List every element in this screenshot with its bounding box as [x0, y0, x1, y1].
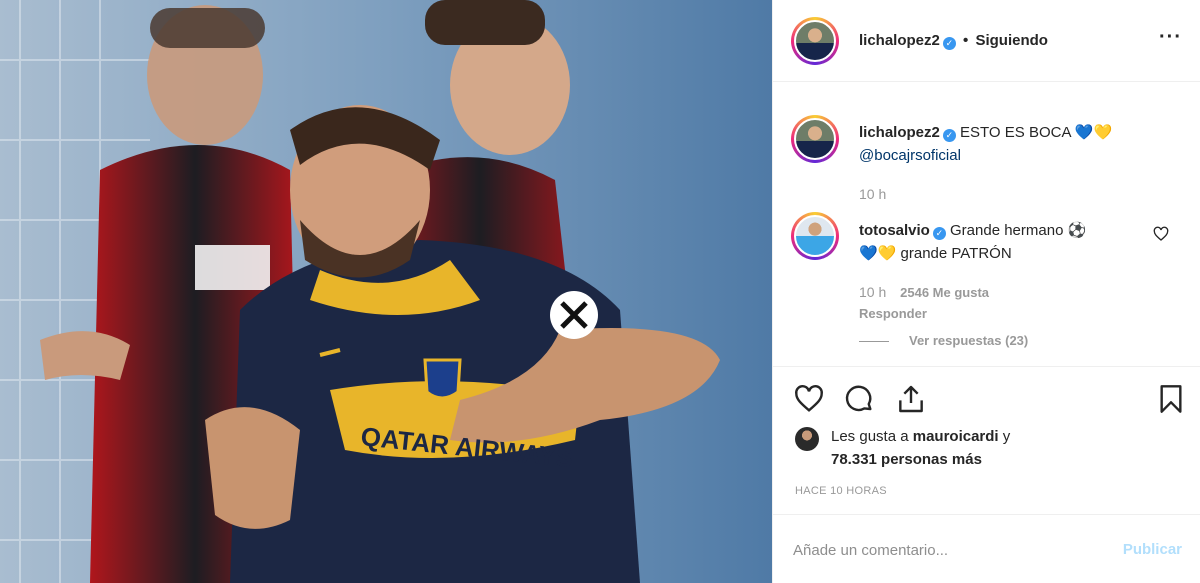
caption-time[interactable]: 10 h — [859, 186, 886, 202]
caption-author-avatar[interactable] — [791, 115, 839, 163]
post-side-panel: lichalopez2 ✓ • Siguiendo ··· lichalopez2… — [772, 0, 1200, 583]
post-image[interactable]: QATAR AIRWAYS — [0, 0, 772, 583]
caption-username[interactable]: lichalopez2 — [859, 124, 940, 141]
comment-time[interactable]: 10 h — [859, 284, 886, 300]
likes-connector: y — [1002, 428, 1011, 445]
likes-prefix: Les gusta a — [831, 428, 909, 445]
follow-status-button[interactable]: Siguiendo — [975, 32, 1048, 49]
author-info: lichalopez2 ✓ • Siguiendo — [859, 32, 1048, 50]
bookmark-icon[interactable] — [1155, 383, 1187, 415]
commenter-username[interactable]: totosalvio — [859, 222, 930, 239]
likes-text: Les gusta a mauroicardi y 78.331 persona… — [831, 425, 1091, 471]
comment-likes-count[interactable]: 2546 Me gusta — [900, 285, 989, 300]
comment-like-heart-icon[interactable] — [1153, 226, 1169, 242]
reply-button[interactable]: Responder — [859, 306, 927, 321]
share-icon[interactable] — [895, 383, 927, 415]
likes-others-count[interactable]: 78.331 personas más — [831, 451, 982, 468]
caption-mention-link[interactable]: @bocajrsoficial — [859, 147, 961, 164]
view-replies-button[interactable]: Ver respuestas (23) — [859, 333, 1028, 348]
comment-text: totosalvio ✓ Grande hermano ⚽ 💙💛 grande P… — [859, 219, 1129, 265]
separator-dot: • — [963, 32, 969, 49]
add-comment-section: Publicar — [773, 514, 1200, 583]
publish-button[interactable]: Publicar — [1123, 541, 1182, 558]
view-replies-label: Ver respuestas (23) — [909, 333, 1029, 348]
add-comment-input[interactable] — [793, 535, 1093, 565]
post-timestamp[interactable]: HACE 10 HORAS — [795, 485, 887, 497]
author-username[interactable]: lichalopez2 — [859, 32, 940, 49]
caption-body: ESTO ES BOCA 💙💛 — [960, 124, 1113, 141]
ellipsis-icon[interactable]: ··· — [1159, 27, 1182, 47]
post-actions-bar — [773, 366, 1200, 426]
replies-divider-line — [859, 341, 889, 343]
verified-badge-icon: ✓ — [932, 227, 946, 240]
commenter-avatar[interactable] — [791, 212, 839, 260]
author-avatar[interactable] — [791, 17, 839, 65]
comment-icon[interactable] — [843, 383, 875, 415]
comment-meta: 10 h 2546 Me gusta — [859, 284, 989, 300]
comment-body-line2: 💙💛 grande PATRÓN — [859, 245, 1012, 262]
caption-text: lichalopez2 ✓ ESTO ES BOCA 💙💛 @bocajrsofi… — [859, 121, 1179, 167]
post-photo-illustration: QATAR AIRWAYS — [0, 0, 772, 583]
liker-avatar[interactable] — [795, 427, 819, 451]
verified-badge-icon: ✓ — [942, 129, 956, 142]
post-header: lichalopez2 ✓ • Siguiendo ··· — [773, 0, 1200, 82]
liker-username[interactable]: mauroicardi — [913, 428, 999, 445]
comment-body-line1: Grande hermano ⚽ — [950, 222, 1087, 239]
verified-badge-icon: ✓ — [942, 37, 956, 50]
heart-icon[interactable] — [793, 383, 825, 415]
